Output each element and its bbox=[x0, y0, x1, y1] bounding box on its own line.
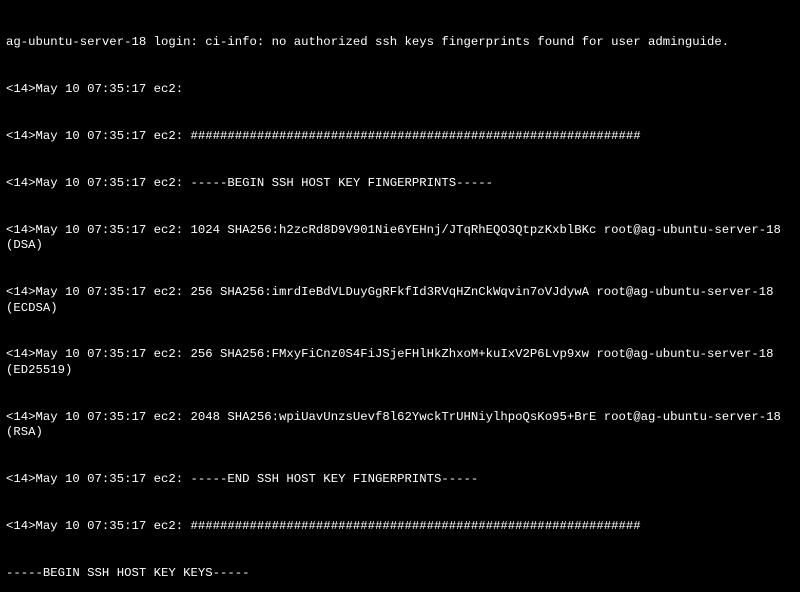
boot-line: <14>May 10 07:35:17 ec2: 256 SHA256:FMxy… bbox=[6, 347, 794, 378]
boot-line: <14>May 10 07:35:17 ec2: ###############… bbox=[6, 519, 794, 535]
boot-line: <14>May 10 07:35:17 ec2: -----END SSH HO… bbox=[6, 472, 794, 488]
terminal-output: ag-ubuntu-server-18 login: ci-info: no a… bbox=[0, 0, 800, 592]
boot-line: -----BEGIN SSH HOST KEY KEYS----- bbox=[6, 566, 794, 582]
boot-line: <14>May 10 07:35:17 ec2: bbox=[6, 82, 794, 98]
boot-line: <14>May 10 07:35:17 ec2: 2048 SHA256:wpi… bbox=[6, 410, 794, 441]
boot-line: <14>May 10 07:35:17 ec2: 1024 SHA256:h2z… bbox=[6, 223, 794, 254]
boot-line: ag-ubuntu-server-18 login: ci-info: no a… bbox=[6, 35, 794, 51]
boot-line: <14>May 10 07:35:17 ec2: -----BEGIN SSH … bbox=[6, 176, 794, 192]
boot-line: <14>May 10 07:35:17 ec2: 256 SHA256:imrd… bbox=[6, 285, 794, 316]
boot-line: <14>May 10 07:35:17 ec2: ###############… bbox=[6, 129, 794, 145]
